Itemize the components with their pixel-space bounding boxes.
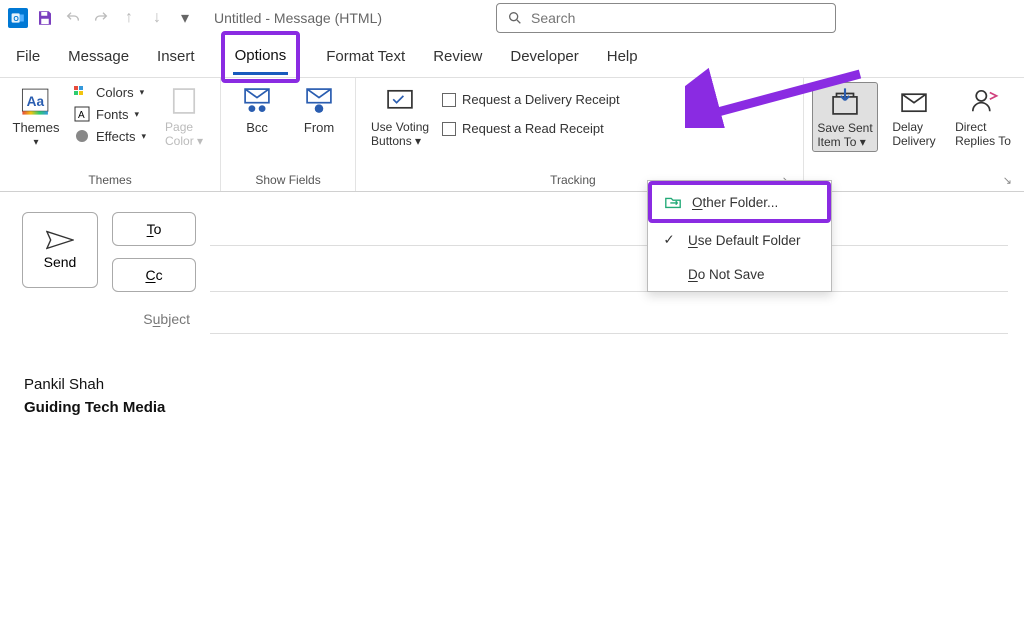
use-default-label: Use Default Folder [688,233,801,248]
delivery-receipt-label: Request a Delivery Receipt [462,92,620,107]
search-box[interactable] [496,3,836,33]
svg-text:Aa: Aa [27,94,45,109]
compose-area: Send To Cc Subject [0,192,1024,344]
show-fields-group-label: Show Fields [255,171,320,191]
bcc-label: Bcc [246,120,268,135]
to-label: To [147,221,162,237]
signature-name: Pankil Shah [24,374,1000,397]
use-voting-label: Use VotingButtons ▾ [371,120,429,148]
qat-undo-button[interactable] [62,7,84,29]
from-button[interactable]: From [291,82,347,137]
colors-label: Colors [96,85,134,100]
subject-label: Subject [112,311,196,327]
effects-button[interactable]: Effects ▾ [70,126,150,146]
page-color-label: PageColor ▾ [165,120,203,148]
outlook-app-icon: O [8,8,28,28]
themes-label: Themes [13,120,60,135]
group-show-fields: Bcc From Show Fields [221,78,356,191]
message-body[interactable]: Pankil Shah Guiding Tech Media [0,344,1024,449]
dropdown-use-default-folder[interactable]: ✓ Use Default Folder [648,223,831,257]
send-label: Send [44,254,77,270]
direct-replies-to-button[interactable]: DirectReplies To [950,82,1016,150]
folder-arrow-icon [664,193,682,211]
fonts-button[interactable]: AFonts ▾ [70,104,150,124]
cc-button[interactable]: Cc [112,258,196,292]
search-icon [507,10,523,26]
read-receipt-checkbox[interactable]: Request a Read Receipt [442,119,620,138]
fonts-label: Fonts [96,107,129,122]
qat-prev-button[interactable]: ↑ [118,7,140,29]
tab-message[interactable]: Message [66,40,131,73]
tab-developer[interactable]: Developer [508,40,580,73]
search-input[interactable] [531,10,825,26]
svg-text:O: O [13,16,19,23]
bcc-button[interactable]: Bcc [229,82,285,137]
effects-label: Effects [96,129,136,144]
options-ribbon: Aa Themes▾ Colors ▾ AFonts ▾ Effects ▾ P… [0,78,1024,192]
title-bar: O ↑ ↓ ▾ Untitled - Message (HTML) [0,0,1024,36]
delivery-receipt-checkbox[interactable]: Request a Delivery Receipt [442,90,620,109]
save-sent-label: Save SentItem To ▾ [817,121,872,149]
annotation-highlight-options: Options [221,31,301,83]
dropdown-other-folder[interactable]: Other Folder... [652,185,827,219]
tab-file[interactable]: File [14,40,42,73]
group-more-options: Save SentItem To ▾ DelayDelivery DirectR… [804,78,1024,191]
ribbon-tabs: File Message Insert Options Format Text … [0,36,1024,78]
subject-input[interactable] [210,304,1008,334]
group-tracking: Use VotingButtons ▾ Request a Delivery R… [356,78,804,191]
tab-options[interactable]: Options [233,39,289,75]
qat-customize-button[interactable]: ▾ [174,7,196,29]
qat-next-button[interactable]: ↓ [146,7,168,29]
page-color-button[interactable]: PageColor ▾ [156,82,212,150]
qat-redo-button[interactable] [90,7,112,29]
themes-group-label: Themes [88,171,131,191]
checkmark-icon: ✓ [660,231,678,249]
tab-insert[interactable]: Insert [155,40,197,73]
use-voting-buttons[interactable]: Use VotingButtons ▾ [364,82,436,150]
cc-input[interactable] [210,258,1008,292]
tab-help[interactable]: Help [605,40,640,73]
window-title: Untitled - Message (HTML) [214,10,382,26]
do-not-save-label: Do Not Save [688,267,765,282]
group-themes: Aa Themes▾ Colors ▾ AFonts ▾ Effects ▾ P… [0,78,221,191]
qat-save-button[interactable] [34,7,56,29]
themes-button[interactable]: Aa Themes▾ [8,82,64,150]
send-button[interactable]: Send [22,212,98,288]
more-options-dialog-launcher[interactable]: ↘ [1003,174,1012,187]
tab-format-text[interactable]: Format Text [324,40,407,73]
direct-replies-label: DirectReplies To [955,120,1011,148]
read-receipt-label: Request a Read Receipt [462,121,604,136]
delay-delivery-button[interactable]: DelayDelivery [884,82,944,150]
to-input[interactable] [210,212,1008,246]
svg-text:A: A [78,110,85,121]
dropdown-do-not-save[interactable]: Do Not Save [648,257,831,291]
cc-label: Cc [145,267,162,283]
signature-org: Guiding Tech Media [24,397,1000,420]
colors-button[interactable]: Colors ▾ [70,82,150,102]
save-sent-item-dropdown: Other Folder... ✓ Use Default Folder Do … [647,180,832,292]
tab-review[interactable]: Review [431,40,484,73]
other-folder-label: Other Folder... [692,195,778,210]
from-label: From [304,120,334,135]
to-button[interactable]: To [112,212,196,246]
save-sent-item-to-button[interactable]: Save SentItem To ▾ [812,82,878,152]
delay-delivery-label: DelayDelivery [892,120,935,148]
